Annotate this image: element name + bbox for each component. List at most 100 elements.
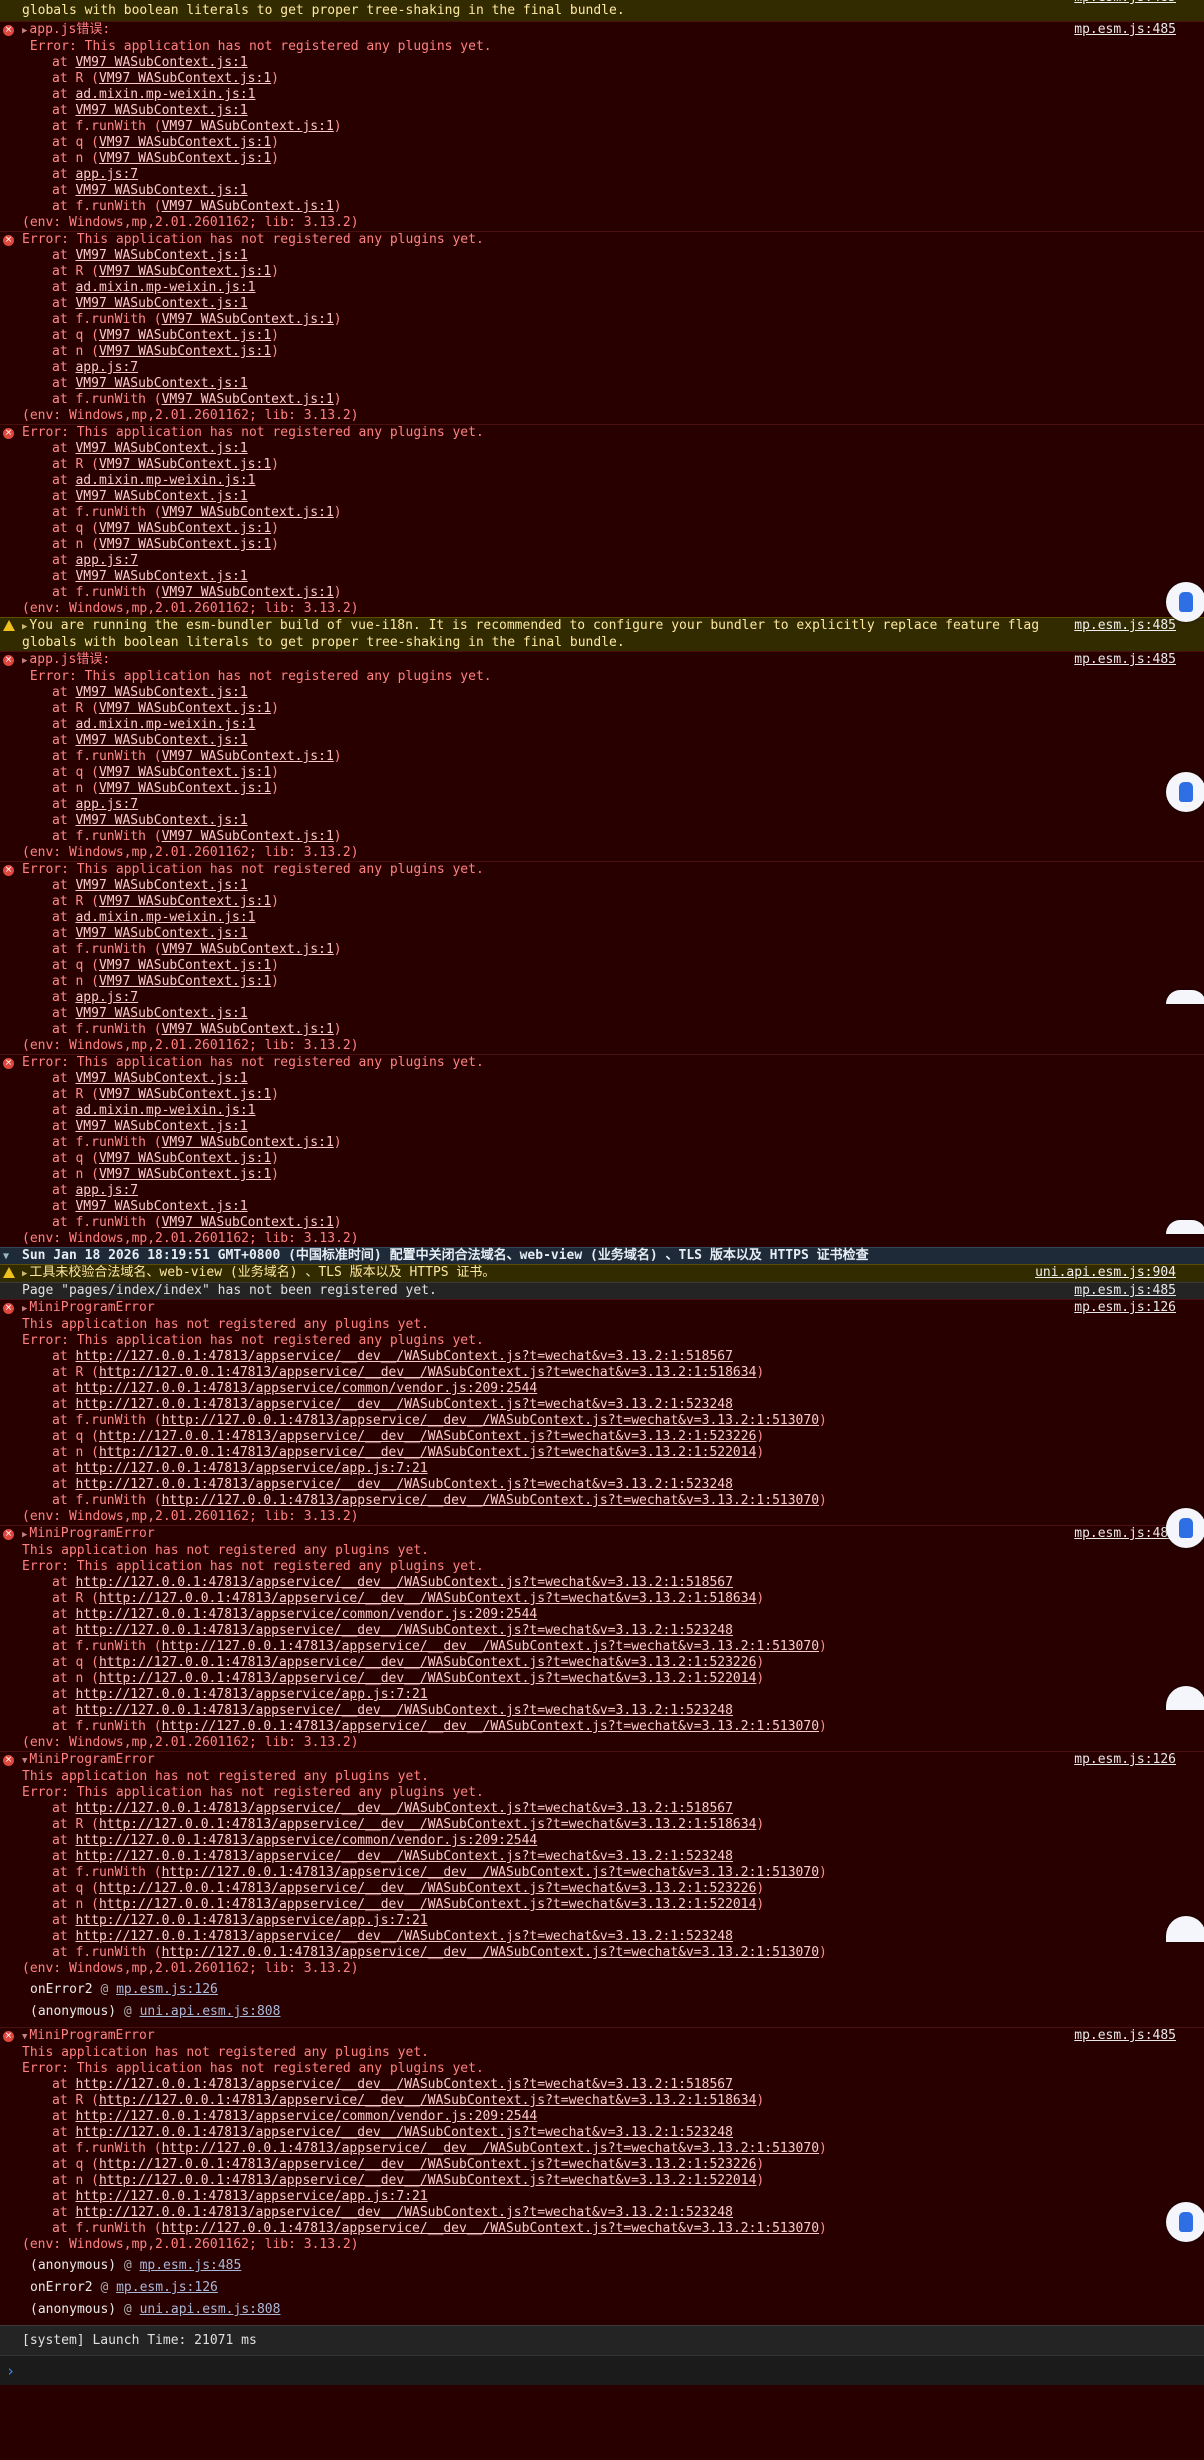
error-title[interactable]: ▶ app.js错误: <box>22 22 1054 39</box>
stack-frame-link[interactable]: VM97 WASubContext.js:1 <box>75 1199 247 1214</box>
stack-frame-link[interactable]: app.js:7 <box>75 1183 138 1198</box>
stack-frame-link[interactable]: VM97 WASubContext.js:1 <box>75 183 247 198</box>
source-link[interactable]: uni.api.esm.js:904 <box>1035 1265 1176 1281</box>
stack-frame-link[interactable]: VM97 WASubContext.js:1 <box>162 942 334 957</box>
source-link[interactable]: mp.esm.js:126 <box>1074 1300 1176 1316</box>
stack-frame-link[interactable]: VM97 WASubContext.js:1 <box>162 199 334 214</box>
source-link[interactable]: mp.esm.js:485 <box>1074 22 1176 38</box>
stack-frame-link[interactable]: VM97 WASubContext.js:1 <box>75 1006 247 1021</box>
stack-frame-link[interactable]: http://127.0.0.1:47813/appservice/__dev_… <box>75 2125 732 2140</box>
source-link[interactable]: mp.esm.js:485 <box>1074 2028 1176 2044</box>
stack-frame-link[interactable]: http://127.0.0.1:47813/appservice/__dev_… <box>99 1897 756 1912</box>
stack-frame-link[interactable]: http://127.0.0.1:47813/appservice/app.js… <box>75 1687 427 1702</box>
collapse-arrow-icon[interactable]: ▼ <box>3 1251 14 1262</box>
stack-frame-link[interactable]: VM97 WASubContext.js:1 <box>99 958 271 973</box>
stack-frame-link[interactable]: VM97 WASubContext.js:1 <box>99 701 271 716</box>
stack-frame-link[interactable]: http://127.0.0.1:47813/appservice/__dev_… <box>99 1671 756 1686</box>
stack-frame-link[interactable]: VM97 WASubContext.js:1 <box>162 312 334 327</box>
error-title[interactable]: ▶ MiniProgramError <box>22 1300 1054 1317</box>
expand-arrow-icon[interactable]: ▶ <box>22 26 27 36</box>
stack-frame-link[interactable]: app.js:7 <box>75 167 138 182</box>
stack-frame-link[interactable]: http://127.0.0.1:47813/appservice/__dev_… <box>162 1945 819 1960</box>
source-link[interactable]: mp.esm.js:485 <box>1074 1283 1176 1299</box>
stack-frame-link[interactable]: VM97 WASubContext.js:1 <box>99 344 271 359</box>
stack-frame-link[interactable]: http://127.0.0.1:47813/appservice/__dev_… <box>75 1801 732 1816</box>
stack-frame-link[interactable]: http://127.0.0.1:47813/appservice/__dev_… <box>162 1413 819 1428</box>
stack-frame-link[interactable]: VM97 WASubContext.js:1 <box>75 1071 247 1086</box>
stack-frame-link[interactable]: VM97 WASubContext.js:1 <box>75 1119 247 1134</box>
stack-frame-link[interactable]: VM97 WASubContext.js:1 <box>75 376 247 391</box>
error-title[interactable]: ▼ MiniProgramError <box>22 2028 1054 2045</box>
stack-frame-link[interactable]: http://127.0.0.1:47813/appservice/__dev_… <box>99 2093 756 2108</box>
stack-frame-link[interactable]: http://127.0.0.1:47813/appservice/__dev_… <box>75 1575 732 1590</box>
stack-frame-link[interactable]: VM97 WASubContext.js:1 <box>162 505 334 520</box>
stack-frame-link[interactable]: http://127.0.0.1:47813/appservice/__dev_… <box>75 1703 732 1718</box>
stack-frame-link[interactable]: VM97 WASubContext.js:1 <box>75 103 247 118</box>
stack-frame-link[interactable]: http://127.0.0.1:47813/appservice/__dev_… <box>99 2173 756 2188</box>
stack-frame-link[interactable]: http://127.0.0.1:47813/appservice/common… <box>75 1381 537 1396</box>
stack-frame-link[interactable]: http://127.0.0.1:47813/appservice/__dev_… <box>162 1865 819 1880</box>
stack-frame-link[interactable]: VM97 WASubContext.js:1 <box>75 685 247 700</box>
stack-frame-link[interactable]: VM97 WASubContext.js:1 <box>99 1167 271 1182</box>
stack-frame-link[interactable]: VM97 WASubContext.js:1 <box>99 521 271 536</box>
call-stack-link[interactable]: mp.esm.js:485 <box>140 2258 242 2273</box>
stack-frame-link[interactable]: app.js:7 <box>75 553 138 568</box>
console-group-header[interactable]: ▼ Sun Jan 18 2026 18:19:51 GMT+0800 (中国标准… <box>0 1247 1204 1264</box>
stack-frame-link[interactable]: ad.mixin.mp-weixin.js:1 <box>75 1103 255 1118</box>
expand-arrow-icon[interactable]: ▶ <box>22 656 27 666</box>
stack-frame-link[interactable]: http://127.0.0.1:47813/appservice/app.js… <box>75 1913 427 1928</box>
stack-frame-link[interactable]: VM97 WASubContext.js:1 <box>99 894 271 909</box>
stack-frame-link[interactable]: http://127.0.0.1:47813/appservice/__dev_… <box>99 2157 756 2172</box>
expand-arrow-icon[interactable]: ▶ <box>22 1530 27 1540</box>
call-stack-link[interactable]: uni.api.esm.js:808 <box>140 2004 281 2019</box>
source-link[interactable]: mp.esm.js:126 <box>1074 1752 1176 1768</box>
stack-frame-link[interactable]: VM97 WASubContext.js:1 <box>75 248 247 263</box>
floating-debug-button[interactable] <box>1166 1508 1204 1548</box>
stack-frame-link[interactable]: http://127.0.0.1:47813/appservice/__dev_… <box>99 1881 756 1896</box>
error-title[interactable]: ▶ MiniProgramError <box>22 1526 1054 1543</box>
stack-frame-link[interactable]: VM97 WASubContext.js:1 <box>162 1135 334 1150</box>
stack-frame-link[interactable]: VM97 WASubContext.js:1 <box>75 55 247 70</box>
stack-frame-link[interactable]: http://127.0.0.1:47813/appservice/__dev_… <box>75 1397 732 1412</box>
stack-frame-link[interactable]: VM97 WASubContext.js:1 <box>99 1151 271 1166</box>
stack-frame-link[interactable]: VM97 WASubContext.js:1 <box>162 1215 334 1230</box>
stack-frame-link[interactable]: http://127.0.0.1:47813/appservice/__dev_… <box>75 1349 732 1364</box>
expand-arrow-icon[interactable]: ▶ <box>22 622 27 632</box>
warning-message[interactable]: ▶ 工具未校验合法域名、web-view (业务域名) 、TLS 版本以及 HTT… <box>22 1265 1054 1282</box>
stack-frame-link[interactable]: http://127.0.0.1:47813/appservice/__dev_… <box>75 1477 732 1492</box>
call-stack-link[interactable]: uni.api.esm.js:808 <box>140 2302 281 2317</box>
stack-frame-link[interactable]: VM97 WASubContext.js:1 <box>162 749 334 764</box>
source-link[interactable]: mp.esm.js:485 <box>1074 0 1176 6</box>
stack-frame-link[interactable]: http://127.0.0.1:47813/appservice/common… <box>75 1833 537 1848</box>
stack-frame-link[interactable]: VM97 WASubContext.js:1 <box>162 119 334 134</box>
expand-arrow-icon[interactable]: ▶ <box>22 1304 27 1314</box>
stack-frame-link[interactable]: ad.mixin.mp-weixin.js:1 <box>75 910 255 925</box>
stack-frame-link[interactable]: VM97 WASubContext.js:1 <box>99 457 271 472</box>
stack-frame-link[interactable]: http://127.0.0.1:47813/appservice/__dev_… <box>75 2077 732 2092</box>
stack-frame-link[interactable]: http://127.0.0.1:47813/appservice/__dev_… <box>162 1719 819 1734</box>
stack-frame-link[interactable]: ad.mixin.mp-weixin.js:1 <box>75 280 255 295</box>
floating-debug-button[interactable] <box>1166 2202 1204 2242</box>
stack-frame-link[interactable]: app.js:7 <box>75 990 138 1005</box>
console-prompt-input[interactable]: › <box>0 2355 1204 2385</box>
floating-debug-button[interactable] <box>1166 772 1204 812</box>
stack-frame-link[interactable]: VM97 WASubContext.js:1 <box>99 71 271 86</box>
stack-frame-link[interactable]: app.js:7 <box>75 360 138 375</box>
stack-frame-link[interactable]: http://127.0.0.1:47813/appservice/__dev_… <box>99 1429 756 1444</box>
error-title[interactable]: ▶ app.js错误: <box>22 652 1054 669</box>
stack-frame-link[interactable]: http://127.0.0.1:47813/appservice/__dev_… <box>162 1493 819 1508</box>
stack-frame-link[interactable]: VM97 WASubContext.js:1 <box>75 926 247 941</box>
stack-frame-link[interactable]: VM97 WASubContext.js:1 <box>99 328 271 343</box>
stack-frame-link[interactable]: ad.mixin.mp-weixin.js:1 <box>75 87 255 102</box>
stack-frame-link[interactable]: VM97 WASubContext.js:1 <box>99 135 271 150</box>
expand-arrow-icon[interactable]: ▶ <box>22 1269 27 1279</box>
floating-debug-button[interactable] <box>1166 582 1204 622</box>
stack-frame-link[interactable]: http://127.0.0.1:47813/appservice/__dev_… <box>99 1365 756 1380</box>
stack-frame-link[interactable]: VM97 WASubContext.js:1 <box>162 1022 334 1037</box>
source-link[interactable]: mp.esm.js:485 <box>1074 1526 1176 1542</box>
stack-frame-link[interactable]: VM97 WASubContext.js:1 <box>75 441 247 456</box>
stack-frame-link[interactable]: http://127.0.0.1:47813/appservice/__dev_… <box>99 1445 756 1460</box>
stack-frame-link[interactable]: VM97 WASubContext.js:1 <box>99 765 271 780</box>
source-link[interactable]: mp.esm.js:485 <box>1074 618 1176 634</box>
stack-frame-link[interactable]: VM97 WASubContext.js:1 <box>99 781 271 796</box>
